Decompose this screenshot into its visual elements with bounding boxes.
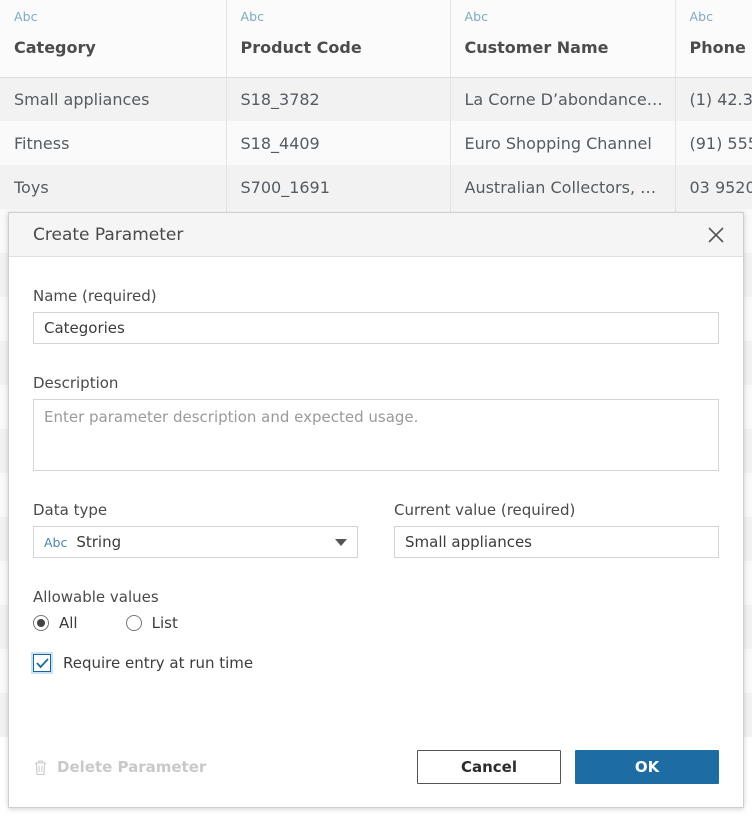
cell-phone: 03 9520 4555 xyxy=(675,165,752,209)
dialog-title: Create Parameter xyxy=(33,225,701,245)
require-entry-label: Require entry at run time xyxy=(63,654,253,672)
allowable-values-label: Allowable values xyxy=(33,588,719,606)
dialog-footer: Delete Parameter Cancel OK xyxy=(9,741,743,807)
delete-parameter-button: Delete Parameter xyxy=(33,758,417,776)
column-type-label: Abc xyxy=(465,9,675,38)
radio-icon-all xyxy=(33,615,49,631)
data-grid-header-row: Abc Category Abc Product Code Abc Custom… xyxy=(0,0,752,77)
table-row[interactable]: Fitness S18_4409 Euro Shopping Channel (… xyxy=(0,121,752,165)
spacer xyxy=(33,344,719,374)
column-name-label: Product Code xyxy=(241,38,450,57)
radio-label-all: All xyxy=(59,614,78,632)
column-type-label: Abc xyxy=(241,9,450,38)
name-input[interactable] xyxy=(33,312,719,344)
close-icon[interactable] xyxy=(701,220,731,250)
column-header-category[interactable]: Abc Category xyxy=(0,0,226,77)
column-name-label: Phone xyxy=(690,38,752,57)
radio-option-all[interactable]: All xyxy=(33,614,78,632)
current-value-input[interactable] xyxy=(394,526,719,558)
cell-phone: (91) 555 94 44 xyxy=(675,121,752,165)
data-type-value: String xyxy=(76,533,335,551)
column-name-label: Customer Name xyxy=(465,38,675,57)
dialog-body: Name (required) Description Data type Ab… xyxy=(9,257,743,741)
description-textarea[interactable] xyxy=(33,399,719,471)
type-and-value-row: Data type Abc String Current value (requ… xyxy=(33,501,719,558)
checkbox-icon-checked xyxy=(33,654,51,672)
name-field-group: Name (required) xyxy=(33,287,719,344)
trash-icon xyxy=(33,759,48,776)
table-row[interactable]: Toys S700_1691 Australian Collectors, … … xyxy=(0,165,752,209)
data-type-select[interactable]: Abc String xyxy=(33,526,358,558)
delete-parameter-label: Delete Parameter xyxy=(57,758,206,776)
name-label: Name (required) xyxy=(33,287,719,305)
cell-customer-name: Australian Collectors, … xyxy=(450,165,675,209)
cell-customer-name: La Corne D’abondance… xyxy=(450,77,675,121)
cell-customer-name: Euro Shopping Channel xyxy=(450,121,675,165)
description-field-group: Description xyxy=(33,374,719,471)
dialog-title-bar: Create Parameter xyxy=(9,213,743,257)
current-value-group: Current value (required) xyxy=(394,501,719,558)
radio-label-list: List xyxy=(152,614,178,632)
cell-category: Fitness xyxy=(0,121,226,165)
allowable-values-radio-row: All List xyxy=(33,614,719,632)
spacer xyxy=(33,471,719,501)
cell-product-code: S700_1691 xyxy=(226,165,450,209)
column-header-phone[interactable]: Abc Phone xyxy=(675,0,752,77)
current-value-label: Current value (required) xyxy=(394,501,719,519)
column-type-label: Abc xyxy=(690,9,752,38)
cell-category: Toys xyxy=(0,165,226,209)
column-type-label: Abc xyxy=(14,9,226,38)
cell-product-code: S18_3782 xyxy=(226,77,450,121)
data-type-label: Data type xyxy=(33,501,358,519)
chevron-down-icon xyxy=(335,539,347,546)
string-type-icon: Abc xyxy=(44,535,67,550)
column-header-customer-name[interactable]: Abc Customer Name xyxy=(450,0,675,77)
create-parameter-dialog: Create Parameter Name (required) Descrip… xyxy=(8,212,744,808)
radio-option-list[interactable]: List xyxy=(126,614,178,632)
table-row[interactable]: Small appliances S18_3782 La Corne D’abo… xyxy=(0,77,752,121)
cell-category: Small appliances xyxy=(0,77,226,121)
require-entry-checkbox-row[interactable]: Require entry at run time xyxy=(33,654,719,672)
data-type-group: Data type Abc String xyxy=(33,501,358,558)
column-name-label: Category xyxy=(14,38,226,57)
cell-product-code: S18_4409 xyxy=(226,121,450,165)
radio-icon-list xyxy=(126,615,142,631)
ok-button[interactable]: OK xyxy=(575,750,719,784)
description-label: Description xyxy=(33,374,719,392)
allowable-values-group: Allowable values All List Require entry xyxy=(33,588,719,672)
cell-phone: (1) 42.34.2555 xyxy=(675,77,752,121)
cancel-button[interactable]: Cancel xyxy=(417,750,561,784)
column-header-product-code[interactable]: Abc Product Code xyxy=(226,0,450,77)
